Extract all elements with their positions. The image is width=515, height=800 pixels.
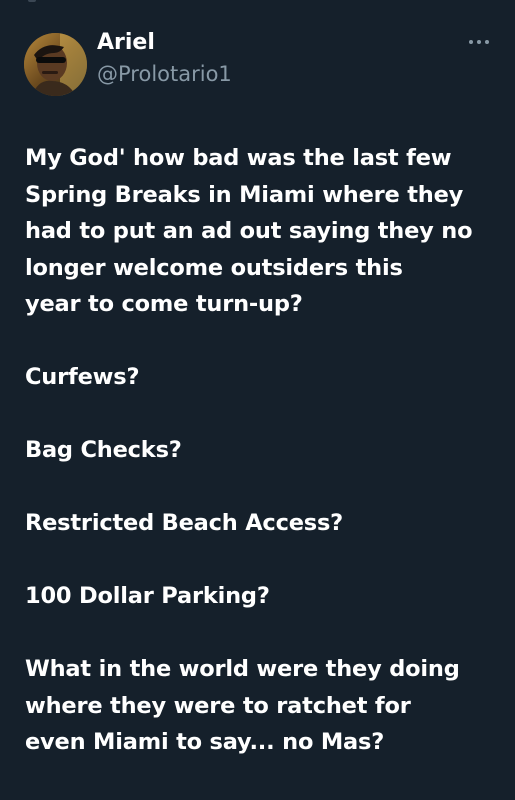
author-display-name[interactable]: Ariel (97, 30, 155, 55)
top-edge-mark (28, 0, 36, 2)
more-options-button[interactable] (465, 32, 493, 52)
tweet-card: Ariel @Prolotario1 My God' how bad was t… (0, 0, 515, 800)
avatar-image (24, 33, 87, 96)
more-horizontal-icon (469, 40, 489, 44)
avatar[interactable] (24, 33, 87, 96)
tweet-text: My God' how bad was the last few Spring … (25, 145, 473, 755)
author-handle[interactable]: @Prolotario1 (97, 62, 232, 86)
